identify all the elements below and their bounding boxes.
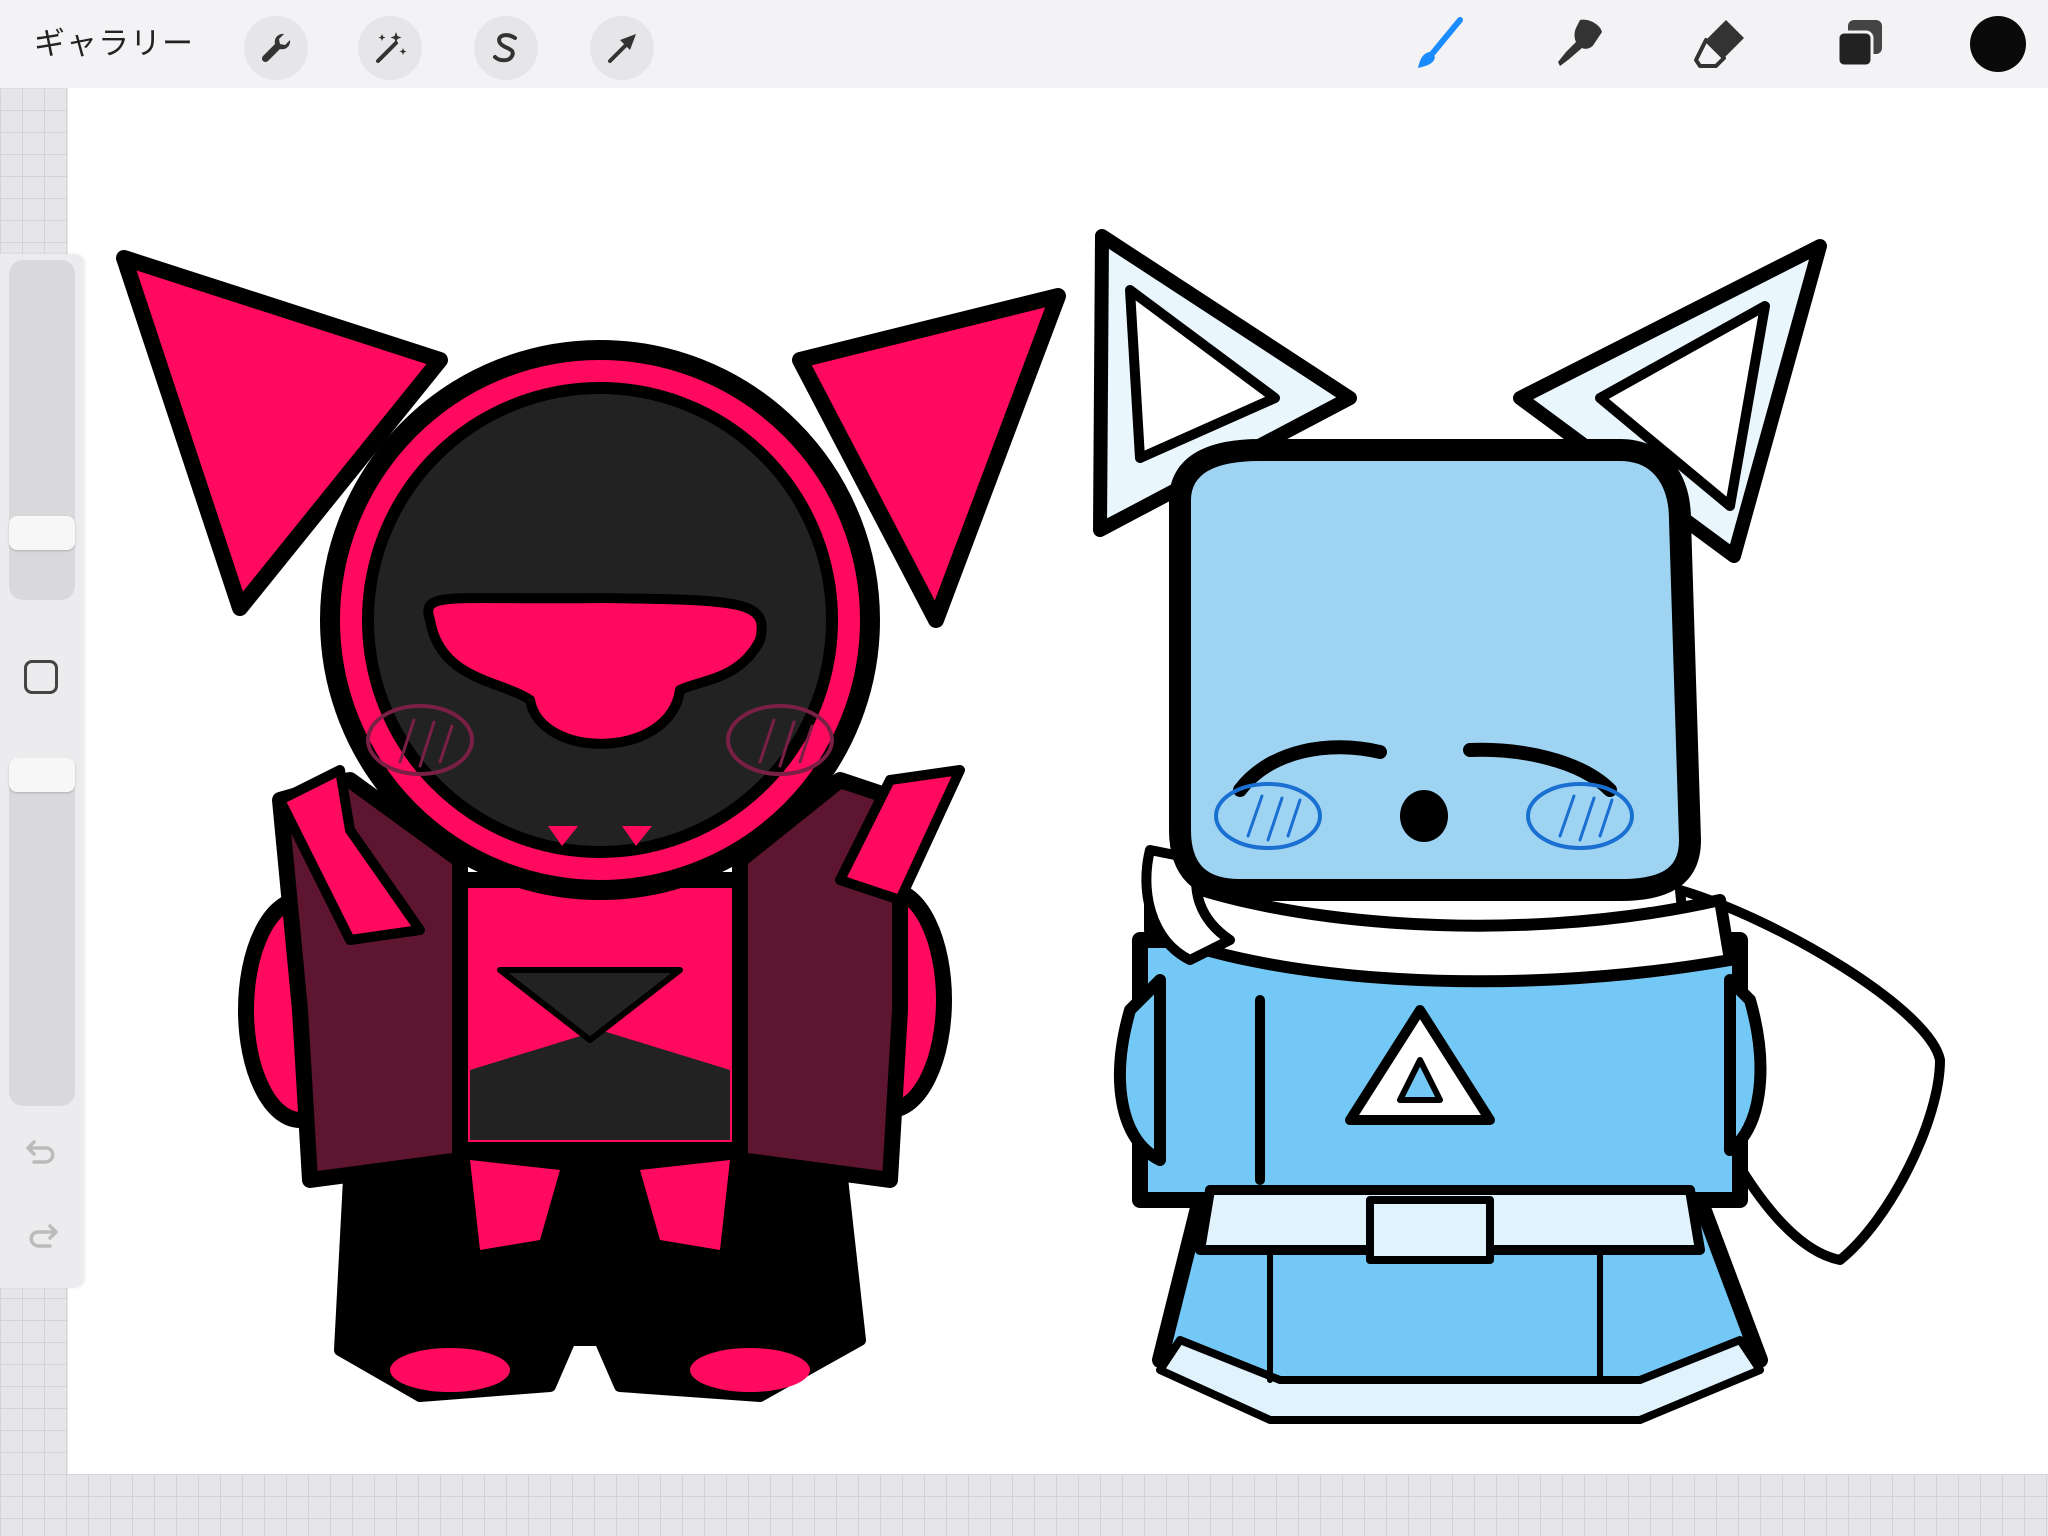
redo-icon — [24, 1218, 60, 1254]
color-swatch-button[interactable] — [1970, 16, 2026, 72]
red-character-drawing — [116, 250, 1066, 1402]
magic-wand-icon — [370, 28, 410, 68]
opacity-slider[interactable] — [9, 758, 75, 1106]
layers-button[interactable] — [1830, 14, 1890, 74]
brush-size-slider[interactable] — [9, 260, 75, 600]
eraser-icon — [1690, 14, 1750, 74]
redo-button[interactable] — [22, 1216, 62, 1256]
smudge-tool-button[interactable] — [1550, 14, 1610, 74]
layers-icon — [1830, 14, 1890, 74]
selection-s-icon — [486, 28, 526, 68]
transform-button[interactable] — [590, 16, 654, 80]
adjustments-button[interactable] — [358, 16, 422, 80]
smudge-icon — [1550, 14, 1610, 74]
drawing-canvas[interactable] — [68, 88, 2048, 1474]
undo-icon — [24, 1134, 60, 1170]
opacity-thumb[interactable] — [9, 758, 75, 792]
brush-size-thumb[interactable] — [9, 516, 75, 550]
top-toolbar: ギャラリー — [0, 0, 2048, 89]
gallery-button[interactable]: ギャラリー — [34, 24, 194, 64]
wrench-icon — [256, 28, 296, 68]
selection-button[interactable] — [474, 16, 538, 80]
blue-character-drawing — [1093, 229, 1945, 1424]
left-sidebar — [0, 254, 84, 1288]
actions-button[interactable] — [244, 16, 308, 80]
transform-arrow-icon — [602, 28, 642, 68]
modify-square-icon[interactable] — [24, 660, 58, 694]
erase-tool-button[interactable] — [1690, 14, 1750, 74]
paint-tool-button[interactable] — [1410, 14, 1470, 74]
undo-button[interactable] — [22, 1132, 62, 1172]
brush-icon — [1410, 14, 1470, 74]
